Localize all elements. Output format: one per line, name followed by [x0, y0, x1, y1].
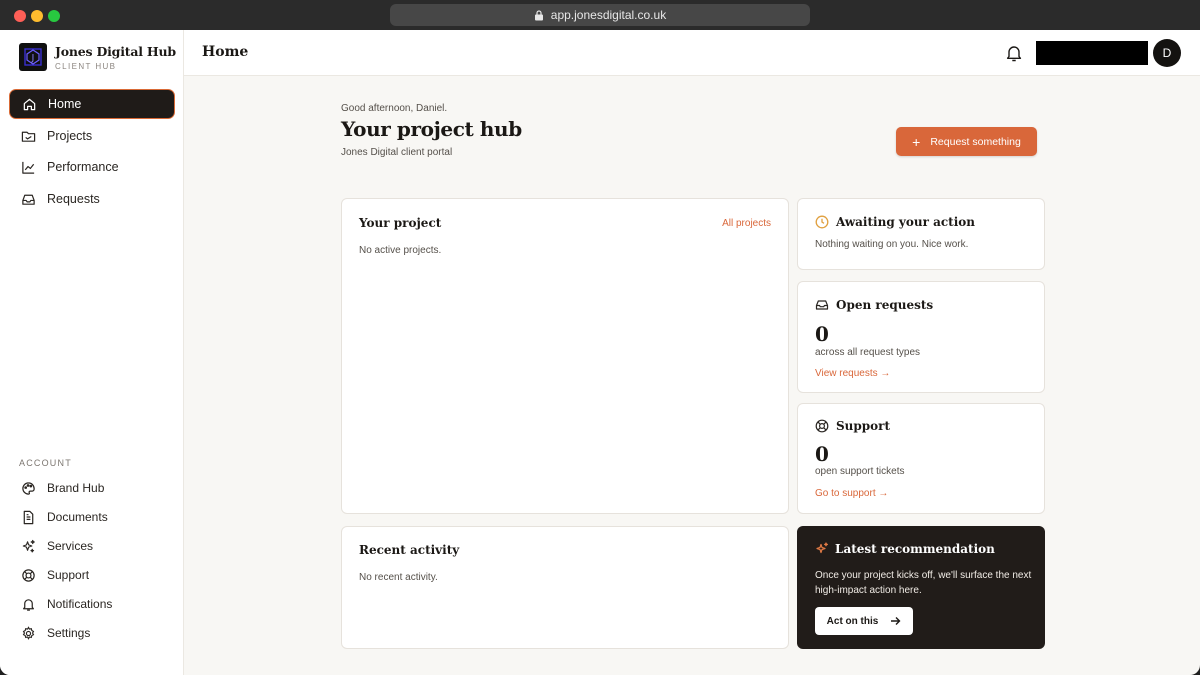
activity-empty-text: No recent activity. [359, 572, 438, 583]
support-tickets-count: 0 [815, 442, 829, 466]
inbox-icon [815, 300, 829, 310]
sidebar-item-support[interactable]: Support [9, 563, 175, 587]
project-card: Your project All projects No active proj… [341, 198, 789, 514]
sidebar-item-projects[interactable]: Projects [9, 121, 175, 151]
maximize-window-button[interactable] [48, 10, 60, 22]
project-card-title: Your project [359, 216, 442, 230]
go-to-support-link[interactable]: Go to support → [815, 488, 888, 499]
sidebar-item-notifications[interactable]: Notifications [9, 592, 175, 616]
act-on-this-button[interactable]: Act on this [815, 607, 913, 635]
lifebuoy-icon [815, 419, 829, 433]
recommendation-title: Latest recommendation [835, 542, 995, 556]
lock-icon [534, 9, 543, 20]
sidebar-item-label: Documents [47, 510, 108, 524]
redacted-user-name [1036, 41, 1148, 65]
sidebar-item-label: Requests [47, 192, 100, 206]
chart-line-icon [22, 161, 35, 174]
home-icon [23, 98, 36, 110]
sidebar-item-label: Brand Hub [47, 481, 105, 495]
sidebar-item-label: Settings [47, 626, 91, 640]
all-projects-link[interactable]: All projects [722, 218, 771, 229]
clock-icon [815, 215, 829, 229]
activity-card-title: Recent activity [359, 543, 460, 557]
act-button-label: Act on this [826, 615, 879, 627]
page-title: Your project hub [341, 117, 522, 141]
open-requests-card: Open requests 0 across all request types… [797, 281, 1045, 393]
lifebuoy-icon [22, 568, 35, 582]
project-empty-text: No active projects. [359, 245, 442, 256]
sidebar-item-label: Support [47, 568, 90, 582]
brand-logo-icon: J [19, 43, 47, 71]
recent-activity-card: Recent activity No recent activity. [341, 526, 789, 649]
sidebar-item-settings[interactable]: Settings [9, 621, 175, 645]
awaiting-action-card: Awaiting your action Nothing waiting on … [797, 198, 1045, 270]
sidebar-item-label: Notifications [47, 597, 113, 611]
browser-chrome: app.jonesdigital.co.uk [0, 0, 1200, 30]
support-card-title: Support [836, 419, 891, 433]
sidebar-item-label: Services [47, 539, 94, 553]
view-requests-link[interactable]: View requests → [815, 368, 890, 379]
palette-icon [22, 481, 35, 495]
sidebar-item-label: Projects [47, 129, 93, 143]
minimize-window-button[interactable] [31, 10, 43, 22]
sparkle-icon [816, 542, 828, 554]
top-header: Home D [184, 30, 1200, 76]
sidebar-item-performance[interactable]: Performance [9, 152, 175, 182]
inbox-icon [22, 194, 35, 205]
gear-icon [22, 625, 35, 640]
recommendation-text: Once your project kicks off, we'll surfa… [815, 570, 1032, 596]
arrow-right-icon [891, 617, 901, 625]
bell-icon [23, 598, 34, 611]
notifications-bell-icon[interactable] [1004, 43, 1024, 63]
sidebar-item-label: Performance [47, 160, 119, 174]
url-text: app.jonesdigital.co.uk [550, 8, 667, 22]
brand-subtitle: CLIENT HUB [55, 61, 117, 71]
recommendation-card: Latest recommendation Once your project … [797, 526, 1045, 649]
requests-card-caption: across all request types [815, 347, 921, 358]
close-window-button[interactable] [14, 10, 26, 22]
sidebar-item-brand-hub[interactable]: Brand Hub [9, 476, 175, 500]
requests-card-title: Open requests [836, 298, 934, 312]
greeting-text: Good afternoon, Daniel. [341, 103, 448, 114]
sparkles-icon [22, 539, 35, 552]
page-header-title: Home [202, 44, 249, 60]
request-button-label: Request something [930, 135, 1021, 148]
plus-icon: + [912, 133, 921, 150]
sidebar: J Jones Digital Hub CLIENT HUB Home Proj… [0, 30, 184, 675]
folder-icon [21, 131, 36, 142]
address-bar[interactable]: app.jonesdigital.co.uk [390, 4, 810, 26]
support-card-caption: open support tickets [815, 466, 905, 477]
page-subtitle: Jones Digital client portal [341, 147, 453, 158]
awaiting-card-title: Awaiting your action [836, 215, 975, 229]
request-something-button[interactable]: + Request something [896, 127, 1037, 156]
brand-name: Jones Digital Hub [55, 43, 176, 59]
sidebar-item-label: Home [48, 97, 82, 111]
sidebar-item-home[interactable]: Home [9, 89, 175, 119]
open-requests-count: 0 [815, 322, 829, 346]
sidebar-item-requests[interactable]: Requests [9, 184, 175, 214]
sidebar-item-services[interactable]: Services [9, 534, 175, 558]
support-card: Support 0 open support tickets Go to sup… [797, 403, 1045, 514]
awaiting-card-text: Nothing waiting on you. Nice work. [815, 239, 969, 250]
avatar[interactable]: D [1153, 39, 1181, 67]
account-section-label: ACCOUNT [19, 458, 72, 468]
svg-text:J: J [31, 54, 35, 64]
sidebar-item-documents[interactable]: Documents [9, 505, 175, 529]
document-icon [23, 510, 34, 524]
app-window: J Jones Digital Hub CLIENT HUB Home Proj… [0, 30, 1200, 675]
brand[interactable]: J Jones Digital Hub CLIENT HUB [19, 43, 176, 71]
